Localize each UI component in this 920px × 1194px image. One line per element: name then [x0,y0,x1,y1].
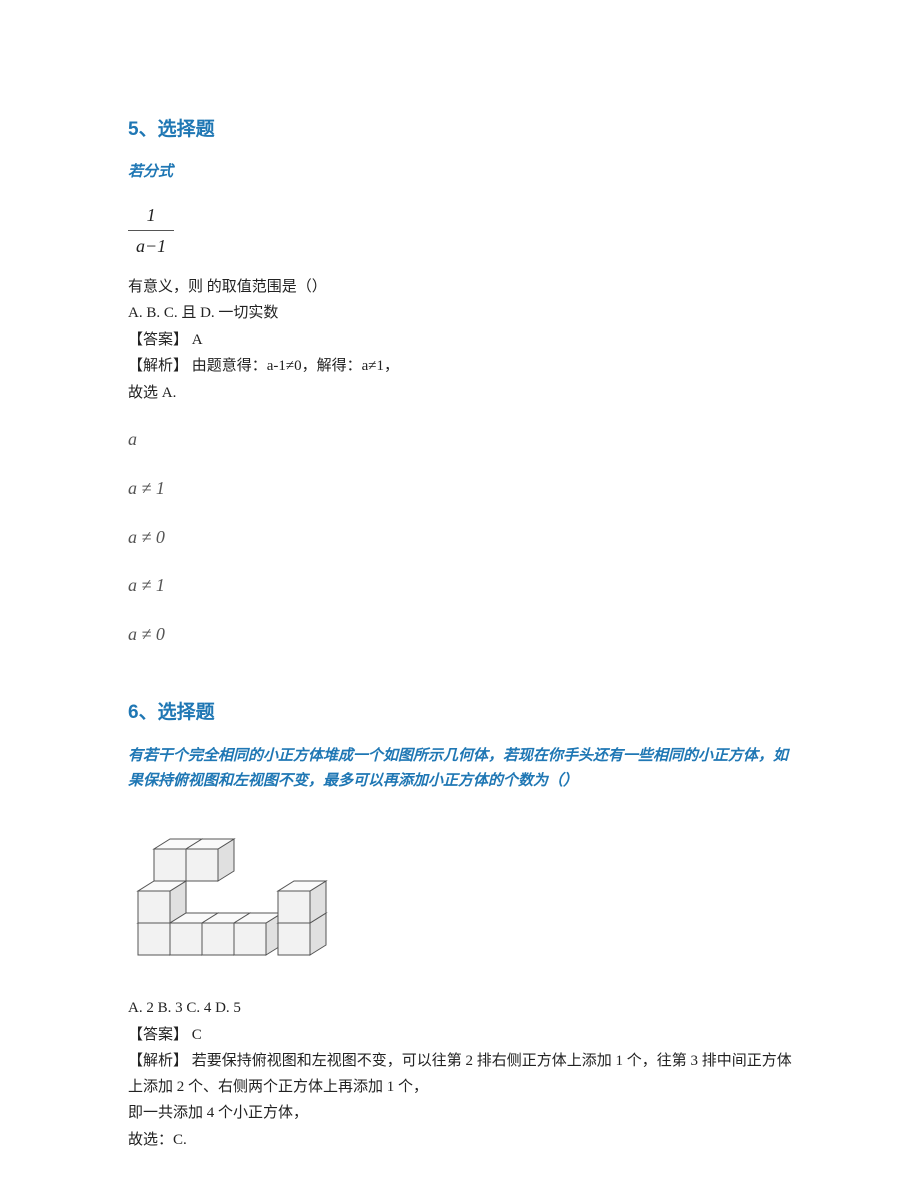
q5-explain-line2: 故选 A. [128,381,792,407]
q5-fraction: 1 a−1 [128,200,174,262]
q6-explain-line2: 即一共添加 4 个小正方体， [128,1101,792,1127]
q5-explain-line1: 由题意得：a-1≠0，解得：a≠1， [192,358,399,374]
q5-math-1: a [128,424,792,455]
question-5: 5、选择题 若分式 1 a−1 有意义，则 的取值范围是（） A. B. C. … [128,114,792,649]
q5-fraction-num: 1 [128,200,174,232]
q5-stem-lead: 若分式 [128,160,792,186]
q6-stem: 有若干个完全相同的小正方体堆成一个如图所示几何体，若现在你手头还有一些相同的小正… [128,744,792,795]
q6-explain-label: 【解析】 [128,1053,188,1069]
q6-answer-label: 【答案】 [128,1027,188,1043]
q5-options: A. B. C. 且 D. 一切实数 [128,301,792,327]
question-6: 6、选择题 有若干个完全相同的小正方体堆成一个如图所示几何体，若现在你手头还有一… [128,697,792,1153]
q5-fraction-den: a−1 [128,231,174,262]
q5-answer-value: A [192,332,203,348]
q5-math-3: a ≠ 0 [128,522,792,553]
q6-answer-row: 【答案】 C [128,1023,792,1049]
q6-answer-value: C [192,1027,202,1043]
q6-header: 6、选择题 [128,697,792,729]
q5-math-2: a ≠ 1 [128,473,792,504]
page-container: 5、选择题 若分式 1 a−1 有意义，则 的取值范围是（） A. B. C. … [0,0,920,1194]
q6-explain-line1: 若要保持俯视图和左视图不变，可以往第 2 排右侧正方体上添加 1 个，往第 3 … [128,1053,792,1095]
q5-answer-label: 【答案】 [128,332,188,348]
q5-explain-row1: 【解析】 由题意得：a-1≠0，解得：a≠1， [128,354,792,380]
q5-math-4: a ≠ 1 [128,570,792,601]
q6-options: A. 2 B. 3 C. 4 D. 5 [128,996,792,1022]
q6-explain-row1: 【解析】 若要保持俯视图和左视图不变，可以往第 2 排右侧正方体上添加 1 个，… [128,1049,792,1100]
q5-math-5: a ≠ 0 [128,619,792,650]
q5-stem-tail: 有意义，则 的取值范围是（） [128,275,792,301]
q5-header: 5、选择题 [128,114,792,146]
cube-stack-icon [128,805,328,975]
q6-geometry-figure [128,805,792,985]
q6-explain-line3: 故选：C. [128,1128,792,1154]
q5-answer-row: 【答案】 A [128,328,792,354]
q5-explain-label: 【解析】 [128,358,188,374]
